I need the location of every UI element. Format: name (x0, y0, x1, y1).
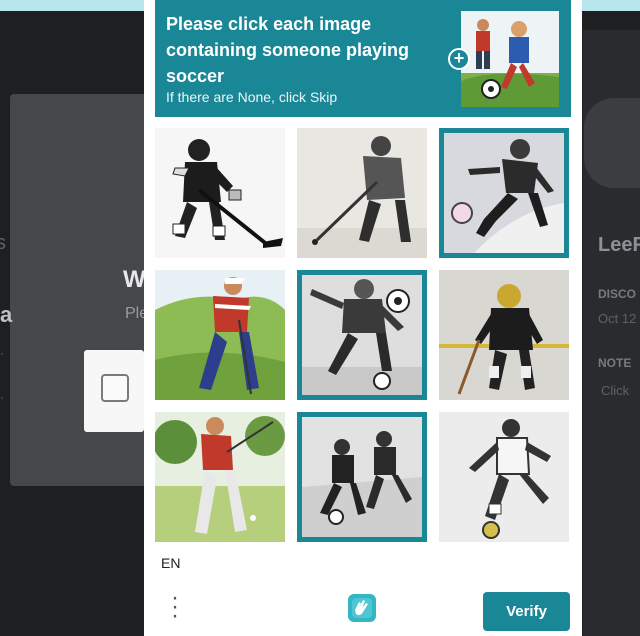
background-right-value: Click (601, 383, 630, 398)
captcha-tile-hockey-player-helmet[interactable] (439, 270, 569, 400)
background-dot: · (0, 392, 4, 404)
captcha-tile-golfer[interactable] (155, 270, 285, 400)
background-left-letter: a (0, 302, 13, 327)
menu-dots-icon[interactable]: · · · (168, 586, 182, 628)
captcha-prompt: Please click each image containing someo… (166, 14, 410, 86)
captcha-tile-soccer-player-kick[interactable] (439, 412, 569, 542)
captcha-modal: Please click each image containing someo… (144, 0, 582, 636)
example-image (461, 11, 559, 107)
captcha-tile-soccer-player-kicking[interactable] (439, 128, 569, 258)
background-right-title: LeeF (598, 234, 640, 256)
captcha-tile-golfer-swing[interactable] (155, 412, 285, 542)
captcha-tile-soccer-player-ball[interactable] (297, 270, 427, 400)
captcha-hint: If there are None, click Skip (166, 89, 338, 105)
background-heading: W (123, 266, 146, 293)
captcha-tile-soccer-players-match[interactable] (297, 412, 427, 542)
background-avatar (584, 98, 640, 188)
captcha-tile-hockey-player[interactable] (155, 128, 285, 258)
background-dot: · (0, 348, 4, 360)
background-right-label: NOTE (598, 356, 632, 370)
plus-icon[interactable]: + (448, 48, 470, 70)
background-right-label: DISCO (598, 287, 637, 301)
captcha-tile-hockey-player-stick[interactable] (297, 128, 427, 258)
language-selector[interactable]: EN (161, 555, 180, 571)
captcha-header: Please click each image containing someo… (155, 0, 571, 117)
verify-button[interactable]: Verify (483, 592, 570, 631)
background-left-fragment: s (0, 232, 6, 254)
background-right-value: Oct 12 (598, 311, 637, 326)
captcha-checkbox-widget (84, 350, 144, 432)
captcha-checkbox[interactable] (101, 374, 129, 402)
hcaptcha-logo-icon[interactable] (344, 590, 380, 626)
